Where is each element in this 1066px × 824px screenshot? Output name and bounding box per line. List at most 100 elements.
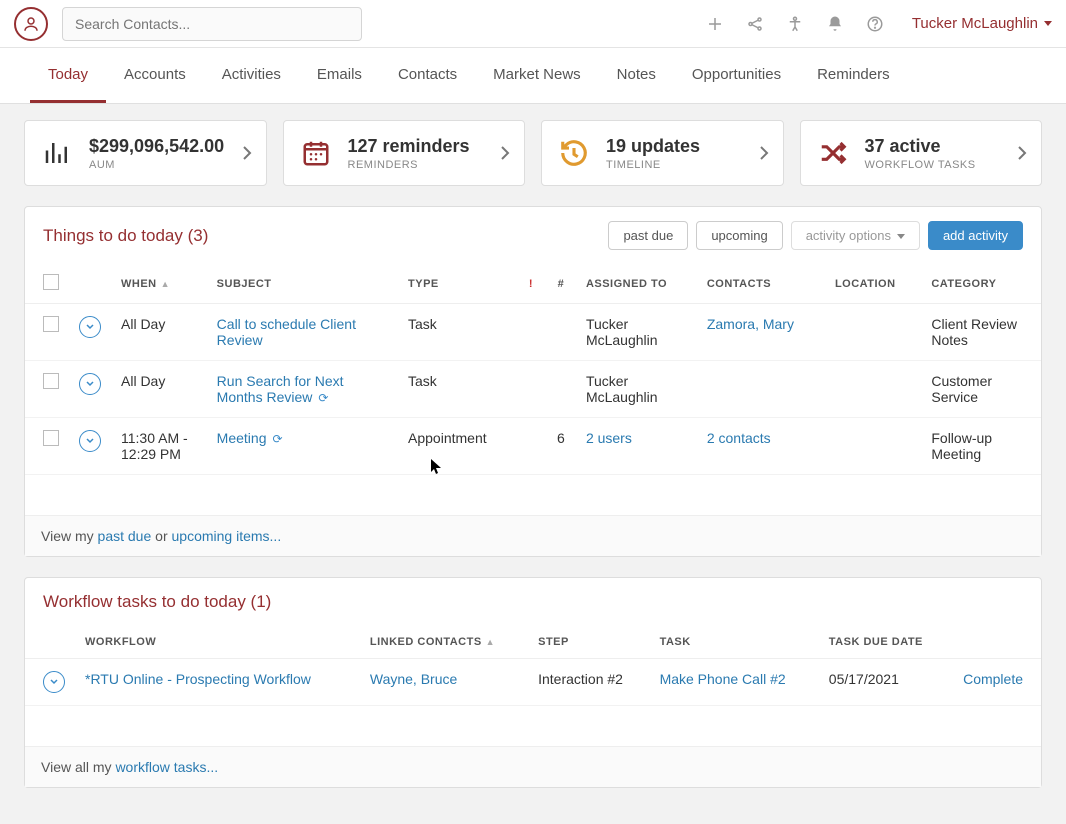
chevron-right-icon — [242, 145, 252, 161]
card-reminders[interactable]: 127 reminders REMINDERS — [283, 120, 526, 186]
todo-table: WHEN▲ SUBJECT TYPE ! # ASSIGNED TO CONTA… — [25, 264, 1041, 475]
tab-opportunities[interactable]: Opportunities — [674, 48, 799, 103]
cell-contacts: 2 contacts — [697, 418, 825, 475]
cell-contacts — [697, 361, 825, 418]
past-due-button[interactable]: past due — [608, 221, 688, 250]
task-link[interactable]: Make Phone Call #2 — [660, 671, 786, 687]
row-expander[interactable] — [79, 430, 101, 452]
wcol-due[interactable]: TASK DUE DATE — [819, 626, 951, 659]
complete-link[interactable]: Complete — [963, 671, 1023, 687]
row-checkbox[interactable] — [43, 430, 59, 446]
card-timeline-title: 19 updates — [606, 136, 700, 157]
tab-reminders[interactable]: Reminders — [799, 48, 908, 103]
tab-market-news[interactable]: Market News — [475, 48, 599, 103]
card-workflow[interactable]: 37 active WORKFLOW TASKS — [800, 120, 1043, 186]
chevron-right-icon — [759, 145, 769, 161]
assigned-link[interactable]: 2 users — [586, 430, 632, 446]
card-aum[interactable]: $299,096,542.00 AUM — [24, 120, 267, 186]
cell-when: 11:30 AM - 12:29 PM — [111, 418, 207, 475]
col-contacts[interactable]: CONTACTS — [697, 264, 825, 304]
cell-subject: Meeting ⟳ — [207, 418, 398, 475]
cell-workflow: *RTU Online - Prospecting Workflow — [75, 659, 360, 706]
activity-options-button[interactable]: activity options — [791, 221, 920, 250]
chevron-right-icon — [500, 145, 510, 161]
col-category[interactable]: CATEGORY — [921, 264, 1041, 304]
wfooter-link[interactable]: workflow tasks... — [115, 759, 218, 775]
refresh-icon[interactable]: ⟳ — [318, 391, 328, 405]
app-logo-icon[interactable] — [14, 7, 48, 41]
tab-contacts[interactable]: Contacts — [380, 48, 475, 103]
add-activity-button[interactable]: add activity — [928, 221, 1023, 250]
cell-location — [825, 361, 921, 418]
calendar-icon — [298, 135, 334, 171]
history-icon — [556, 135, 592, 171]
table-row: All DayCall to schedule Client ReviewTas… — [25, 304, 1041, 361]
add-icon[interactable] — [706, 15, 724, 33]
cell-count: 6 — [546, 418, 576, 475]
row-expander[interactable] — [79, 373, 101, 395]
footer-upcoming-link[interactable]: upcoming items... — [172, 528, 282, 544]
cell-type: Task — [398, 304, 516, 361]
row-expander[interactable] — [43, 671, 65, 693]
accessibility-icon[interactable] — [786, 15, 804, 33]
row-checkbox[interactable] — [43, 373, 59, 389]
cell-category: Follow-up Meeting — [921, 418, 1041, 475]
cell-type: Appointment — [398, 418, 516, 475]
tab-today[interactable]: Today — [30, 48, 106, 103]
card-timeline[interactable]: 19 updates TIMELINE — [541, 120, 784, 186]
cell-assigned: 2 users — [576, 418, 697, 475]
col-priority[interactable]: ! — [516, 264, 546, 304]
row-expander[interactable] — [79, 316, 101, 338]
help-icon[interactable] — [866, 15, 884, 33]
card-workflow-sub: WORKFLOW TASKS — [865, 159, 976, 171]
contacts-link[interactable]: 2 contacts — [707, 430, 771, 446]
cell-task: Make Phone Call #2 — [650, 659, 819, 706]
row-checkbox[interactable] — [43, 316, 59, 332]
todo-title: Things to do today (3) — [43, 226, 208, 246]
col-when[interactable]: WHEN▲ — [111, 264, 207, 304]
wcol-step[interactable]: STEP — [528, 626, 649, 659]
notifications-icon[interactable] — [826, 15, 844, 33]
cell-count — [546, 304, 576, 361]
table-row: All DayRun Search for Next Months Review… — [25, 361, 1041, 418]
wfooter-prefix: View all my — [41, 759, 115, 775]
user-menu[interactable]: Tucker McLaughlin — [912, 15, 1052, 32]
cell-due: 05/17/2021 — [819, 659, 951, 706]
tab-emails[interactable]: Emails — [299, 48, 380, 103]
tab-accounts[interactable]: Accounts — [106, 48, 204, 103]
select-all-checkbox[interactable] — [43, 274, 59, 290]
cell-count — [546, 361, 576, 418]
search-input[interactable] — [62, 7, 362, 41]
upcoming-button[interactable]: upcoming — [696, 221, 782, 250]
col-location[interactable]: LOCATION — [825, 264, 921, 304]
todo-footer: View my past due or upcoming items... — [25, 515, 1041, 556]
cell-category: Customer Service — [921, 361, 1041, 418]
caret-down-icon — [1044, 21, 1052, 26]
col-type[interactable]: TYPE — [398, 264, 516, 304]
col-assigned[interactable]: ASSIGNED TO — [576, 264, 697, 304]
cell-type: Task — [398, 361, 516, 418]
cell-step: Interaction #2 — [528, 659, 649, 706]
subject-link[interactable]: Call to schedule Client Review — [217, 316, 356, 348]
wcol-task[interactable]: TASK — [650, 626, 819, 659]
footer-past-due-link[interactable]: past due — [98, 528, 152, 544]
contacts-link[interactable]: Zamora, Mary — [707, 316, 794, 332]
col-count[interactable]: # — [546, 264, 576, 304]
tab-notes[interactable]: Notes — [599, 48, 674, 103]
workflow-footer: View all my workflow tasks... — [25, 746, 1041, 787]
footer-or: or — [151, 528, 171, 544]
refresh-icon[interactable]: ⟳ — [272, 432, 282, 446]
share-icon[interactable] — [746, 15, 764, 33]
wcol-workflow[interactable]: WORKFLOW — [75, 626, 360, 659]
wcol-linked[interactable]: LINKED CONTACTS▲ — [360, 626, 528, 659]
card-workflow-title: 37 active — [865, 136, 976, 157]
table-row: *RTU Online - Prospecting Workflow Wayne,… — [25, 659, 1041, 706]
cell-assigned: Tucker McLaughlin — [576, 361, 697, 418]
subject-link[interactable]: Meeting — [217, 430, 267, 446]
col-subject[interactable]: SUBJECT — [207, 264, 398, 304]
linked-contact-link[interactable]: Wayne, Bruce — [370, 671, 457, 687]
workflow-panel: Workflow tasks to do today (1) WORKFLOW … — [24, 577, 1042, 788]
workflow-link[interactable]: *RTU Online - Prospecting Workflow — [85, 671, 311, 687]
tab-activities[interactable]: Activities — [204, 48, 299, 103]
content-area: $299,096,542.00 AUM 127 reminders REMIND… — [0, 104, 1066, 824]
